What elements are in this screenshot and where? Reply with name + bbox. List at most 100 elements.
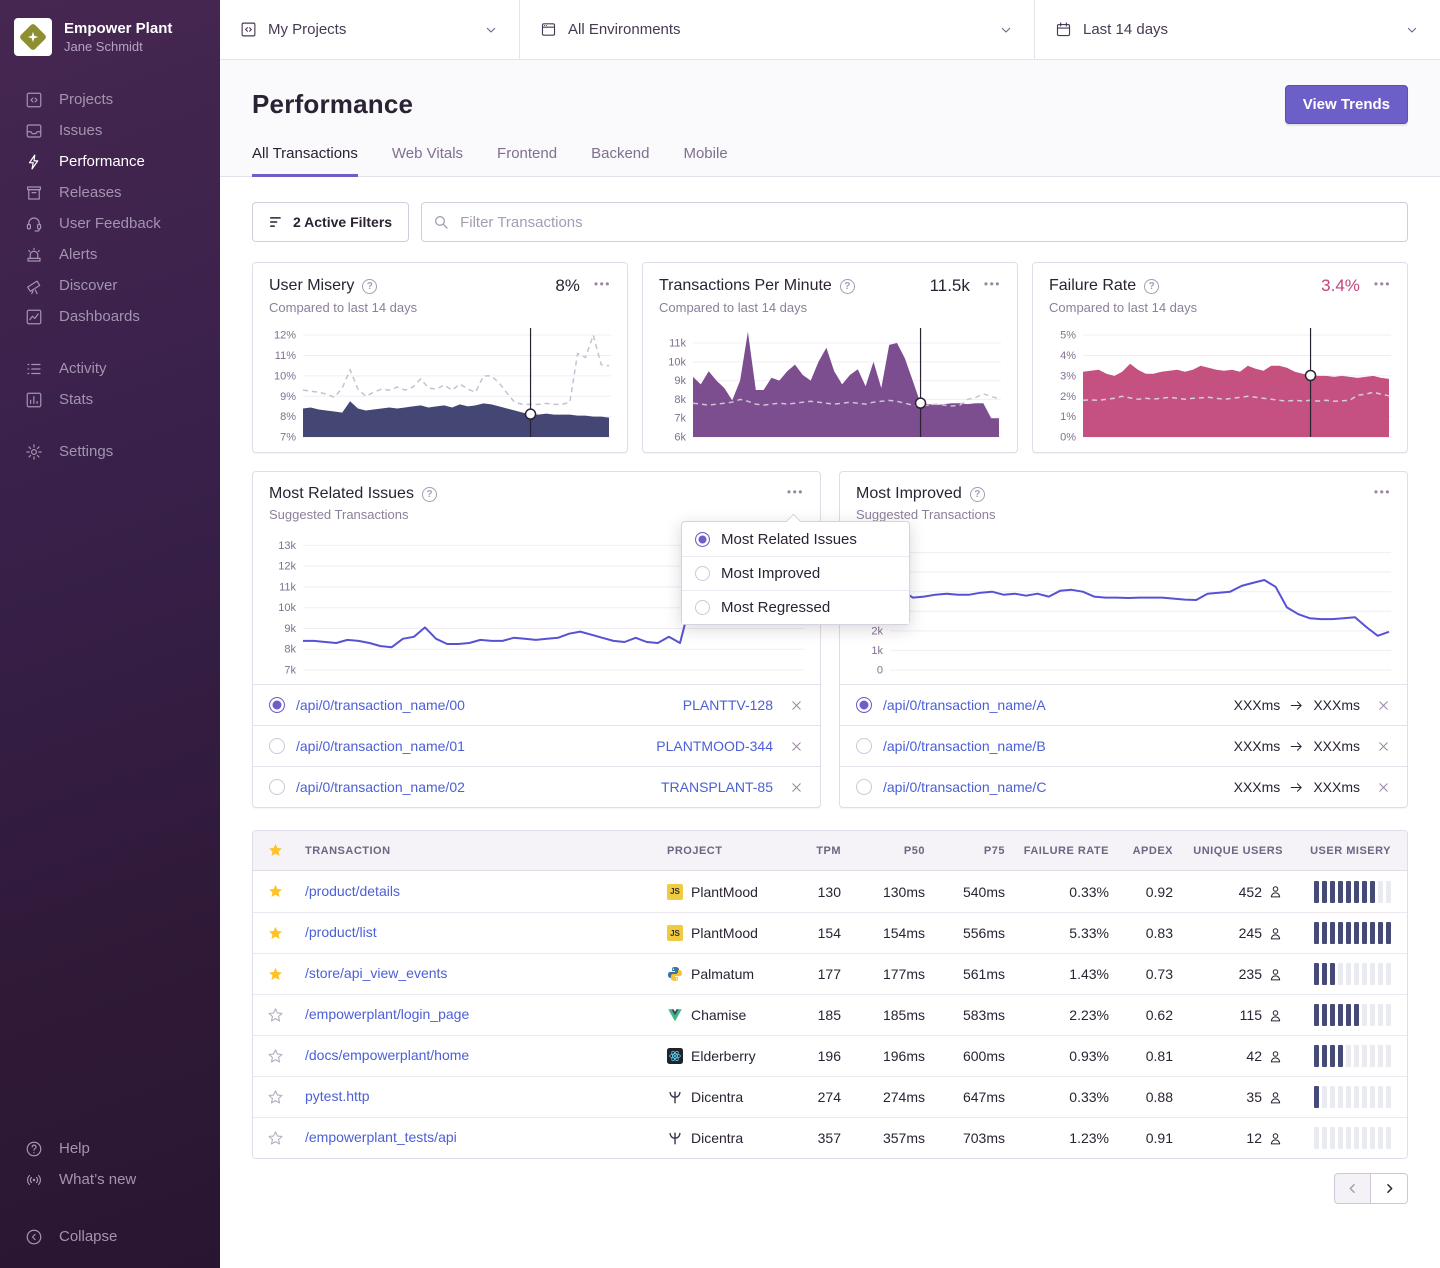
transaction-link[interactable]: /empowerplant/login_page: [305, 1006, 469, 1022]
menu-item-most-regressed[interactable]: Most Regressed: [682, 590, 909, 624]
transactions-per-minute-chart[interactable]: 11k10k9k8k7k6k: [659, 323, 1001, 443]
sidebar-item-stats[interactable]: Stats: [0, 384, 220, 415]
radio-button[interactable]: [856, 697, 872, 713]
transaction-link[interactable]: pytest.http: [305, 1088, 370, 1104]
transaction-link[interactable]: /product/details: [305, 883, 400, 899]
sidebar-item-releases[interactable]: Releases: [0, 177, 220, 208]
question-mark-icon[interactable]: ?: [422, 487, 437, 502]
tab-all-transactions[interactable]: All Transactions: [252, 145, 358, 177]
radio-button[interactable]: [856, 779, 872, 795]
menu-item-most-improved[interactable]: Most Improved: [682, 556, 909, 590]
ellipsis-menu-button[interactable]: [1374, 278, 1391, 294]
content: 2 Active Filters User Misery? 8% Compare…: [220, 177, 1440, 1229]
sidebar-item-user-feedback[interactable]: User Feedback: [0, 208, 220, 239]
column-header[interactable]: PROJECT: [667, 845, 795, 857]
transaction-list-item: /api/0/transaction_name/01 PLANTMOOD-344: [253, 725, 820, 766]
close-icon[interactable]: [789, 739, 804, 754]
pagination-prev-button[interactable]: [1334, 1173, 1371, 1204]
filter-last-14-days[interactable]: Last 14 days: [1035, 0, 1440, 59]
transaction-link[interactable]: /api/0/transaction_name/02: [296, 779, 465, 795]
sidebar-item-settings[interactable]: Settings: [0, 436, 220, 467]
star-filled-icon[interactable]: [267, 883, 284, 900]
column-header[interactable]: APDEX: [1125, 845, 1189, 857]
p50-value: 357ms: [857, 1130, 941, 1146]
menu-item-most-related-issues[interactable]: Most Related Issues: [682, 522, 909, 556]
sidebar-item-performance[interactable]: Performance: [0, 146, 220, 177]
star-outline-icon[interactable]: [267, 1089, 284, 1106]
sidebar-item-what-s-new[interactable]: What’s new: [0, 1164, 220, 1195]
issue-tag-link[interactable]: PLANTMOOD-344: [656, 738, 773, 754]
question-mark-icon[interactable]: ?: [970, 487, 985, 502]
question-mark-icon[interactable]: ?: [840, 279, 855, 294]
sidebar-item-discover[interactable]: Discover: [0, 270, 220, 301]
sidebar-item-projects[interactable]: Projects: [0, 84, 220, 115]
ellipsis-menu-button[interactable]: [787, 486, 804, 502]
ellipsis-menu-button[interactable]: [594, 278, 611, 294]
transaction-link[interactable]: /api/0/transaction_name/01: [296, 738, 465, 754]
close-icon[interactable]: [789, 698, 804, 713]
close-icon[interactable]: [1376, 780, 1391, 795]
tab-backend[interactable]: Backend: [591, 145, 649, 177]
issue-tag-link[interactable]: TRANSPLANT-85: [661, 779, 773, 795]
column-header[interactable]: USER MISERY: [1299, 845, 1407, 857]
svg-text:8k: 8k: [674, 394, 686, 406]
close-icon[interactable]: [1376, 698, 1391, 713]
question-mark-icon[interactable]: ?: [362, 279, 377, 294]
sidebar-item-issues[interactable]: Issues: [0, 115, 220, 146]
column-header[interactable]: TPM: [795, 845, 857, 857]
tab-mobile[interactable]: Mobile: [683, 145, 727, 177]
radio-button[interactable]: [269, 779, 285, 795]
transaction-link[interactable]: /api/0/transaction_name/B: [883, 738, 1046, 754]
close-icon[interactable]: [1376, 739, 1391, 754]
column-header[interactable]: P50: [857, 845, 941, 857]
radio-button[interactable]: [269, 697, 285, 713]
view-trends-button[interactable]: View Trends: [1285, 85, 1408, 124]
star-outline-icon[interactable]: [267, 1048, 284, 1065]
star-filled-icon[interactable]: [267, 925, 284, 942]
most-improved-chart[interactable]: 6k5k4k3k2k1k0: [856, 530, 1391, 676]
close-icon[interactable]: [789, 780, 804, 795]
ellipsis-menu-button[interactable]: [984, 278, 1001, 294]
transaction-link[interactable]: /product/list: [305, 924, 377, 940]
sidebar-item-activity[interactable]: Activity: [0, 353, 220, 384]
user-misery-chart[interactable]: 12%11%10%9%8%7%: [269, 323, 611, 443]
failure-rate-chart[interactable]: 5%4%3%2%1%0%: [1049, 323, 1391, 443]
ellipsis-menu-button[interactable]: [1374, 486, 1391, 502]
column-header[interactable]: TRANSACTION: [297, 845, 667, 857]
radio-button[interactable]: [269, 738, 285, 754]
star-outline-icon[interactable]: [267, 1130, 284, 1147]
filter-my-projects[interactable]: My Projects: [220, 0, 520, 59]
question-mark-icon[interactable]: ?: [1144, 279, 1159, 294]
transaction-link[interactable]: /store/api_view_events: [305, 965, 447, 981]
project-name: PlantMood: [691, 884, 758, 900]
tpm-value: 357: [795, 1130, 857, 1146]
pagination-next-button[interactable]: [1371, 1173, 1408, 1204]
sidebar-item-alerts[interactable]: Alerts: [0, 239, 220, 270]
transaction-search-input[interactable]: [421, 202, 1408, 242]
star-filled-icon[interactable]: [267, 966, 284, 983]
user-feedback-icon: [25, 215, 43, 233]
sidebar-item-help[interactable]: Help: [0, 1133, 220, 1164]
p50-value: 274ms: [857, 1089, 941, 1105]
transaction-link[interactable]: /docs/empowerplant/home: [305, 1047, 469, 1063]
transaction-link[interactable]: /empowerplant_tests/api: [305, 1129, 457, 1145]
user-misery-bars: [1299, 922, 1407, 944]
filter-all-environments[interactable]: All Environments: [520, 0, 1035, 59]
star-icon[interactable]: [267, 842, 284, 859]
transaction-link[interactable]: /api/0/transaction_name/00: [296, 697, 465, 713]
python-icon: [667, 966, 683, 982]
org-switcher[interactable]: Empower Plant Jane Schmidt: [0, 0, 220, 56]
column-header[interactable]: FAILURE RATE: [1021, 845, 1125, 857]
transaction-link[interactable]: /api/0/transaction_name/C: [883, 779, 1046, 795]
column-header[interactable]: UNIQUE USERS: [1189, 845, 1299, 857]
tab-frontend[interactable]: Frontend: [497, 145, 557, 177]
active-filters-button[interactable]: 2 Active Filters: [252, 202, 409, 242]
radio-button[interactable]: [856, 738, 872, 754]
star-outline-icon[interactable]: [267, 1007, 284, 1024]
tab-web-vitals[interactable]: Web Vitals: [392, 145, 463, 177]
column-header[interactable]: P75: [941, 845, 1021, 857]
sidebar-item-dashboards[interactable]: Dashboards: [0, 301, 220, 332]
sidebar-collapse-button[interactable]: Collapse: [0, 1221, 220, 1252]
transaction-link[interactable]: /api/0/transaction_name/A: [883, 697, 1046, 713]
issue-tag-link[interactable]: PLANTTV-128: [683, 697, 773, 713]
